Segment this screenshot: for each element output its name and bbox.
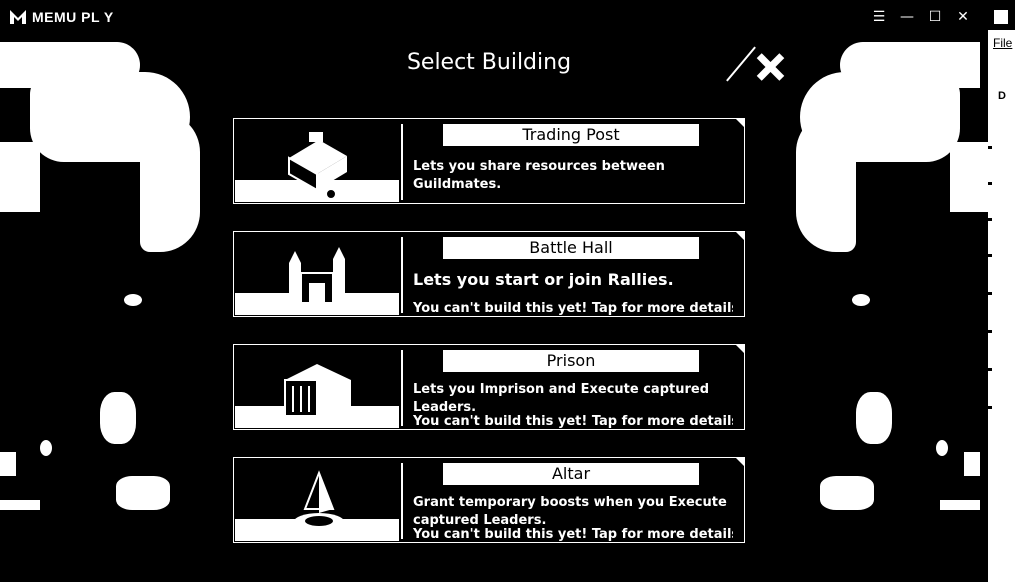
maximize-icon[interactable]: ☐	[926, 8, 944, 26]
background-shape	[0, 452, 16, 476]
card-divider	[401, 350, 403, 426]
card-corner	[735, 457, 745, 467]
dialog-title: Select Building	[406, 50, 572, 75]
background-shape	[40, 440, 52, 456]
background-shape	[796, 112, 856, 252]
locked-warning: You can't build this yet! Tap for more d…	[413, 527, 733, 541]
building-image	[235, 233, 399, 315]
minimize-icon[interactable]: —	[898, 8, 916, 26]
file-menu[interactable]: File	[993, 36, 1012, 50]
background-shape	[950, 142, 988, 212]
background-shape	[964, 452, 980, 476]
memu-logo-icon	[10, 10, 26, 24]
app-icon	[994, 10, 1008, 24]
card-corner	[735, 118, 745, 128]
background-shape	[100, 392, 136, 444]
window-titlebar: MEMU PL Y ☰ — ☐ ✕	[0, 0, 988, 32]
prison-icon	[284, 364, 351, 417]
background-shape	[140, 112, 200, 252]
side-tick	[988, 254, 992, 257]
altar-icon	[293, 470, 345, 533]
building-card-trading-post[interactable]: Trading Post Lets you share resources be…	[233, 118, 745, 204]
background-shape	[116, 476, 170, 510]
side-tick	[988, 368, 992, 371]
building-description: Grant temporary boosts when you Execute …	[413, 495, 727, 528]
close-dialog-icon[interactable]	[753, 50, 787, 84]
side-panel-label: D	[998, 90, 1006, 102]
card-divider	[401, 124, 403, 200]
side-tick	[988, 146, 992, 149]
side-panel-header	[988, 0, 1015, 30]
background-shape	[856, 392, 892, 444]
locked-warning: You can't build this yet! Tap for more d…	[413, 414, 733, 428]
building-image	[235, 120, 399, 202]
card-corner	[735, 231, 745, 241]
building-image	[235, 459, 399, 541]
card-divider	[401, 463, 403, 539]
background-shape	[936, 440, 948, 456]
brand-name: MEMU PL Y	[32, 9, 114, 25]
close-window-icon[interactable]: ✕	[954, 8, 972, 26]
background-shape	[124, 294, 142, 306]
building-card-prison[interactable]: Prison Lets you Imprison and Execute cap…	[233, 344, 745, 430]
building-description: Lets you share resources between Guildma…	[413, 159, 665, 192]
building-description: Lets you Imprison and Execute captured L…	[413, 382, 710, 415]
building-card-battle-hall[interactable]: Battle Hall Lets you start or join Ralli…	[233, 231, 745, 317]
game-viewport: Select Building Trading Post Lets you sh…	[0, 32, 988, 582]
background-shape	[940, 500, 980, 510]
memu-logo: MEMU PL Y	[8, 8, 114, 26]
trading-post-icon	[277, 132, 347, 200]
building-card-altar[interactable]: Altar Grant temporary boosts when you Ex…	[233, 457, 745, 543]
side-panel: File D	[988, 0, 1015, 582]
building-name: Altar	[443, 463, 699, 485]
building-name: Battle Hall	[443, 237, 699, 259]
building-description: Lets you start or join Rallies.	[413, 270, 674, 289]
building-name: Prison	[443, 350, 699, 372]
side-tick	[988, 330, 992, 333]
background-shape	[0, 500, 40, 510]
background-shape	[0, 142, 40, 212]
side-tick	[988, 292, 992, 295]
background-shape	[820, 476, 874, 510]
side-tick	[988, 406, 992, 409]
battle-hall-icon	[289, 247, 345, 304]
building-image	[235, 346, 399, 428]
building-name: Trading Post	[443, 124, 699, 146]
menu-icon[interactable]: ☰	[870, 8, 888, 26]
card-corner	[735, 344, 745, 354]
background-shape	[852, 294, 870, 306]
card-divider	[401, 237, 403, 313]
side-tick	[988, 218, 992, 221]
locked-warning: You can't build this yet! Tap for more d…	[413, 301, 733, 315]
side-tick	[988, 182, 992, 185]
